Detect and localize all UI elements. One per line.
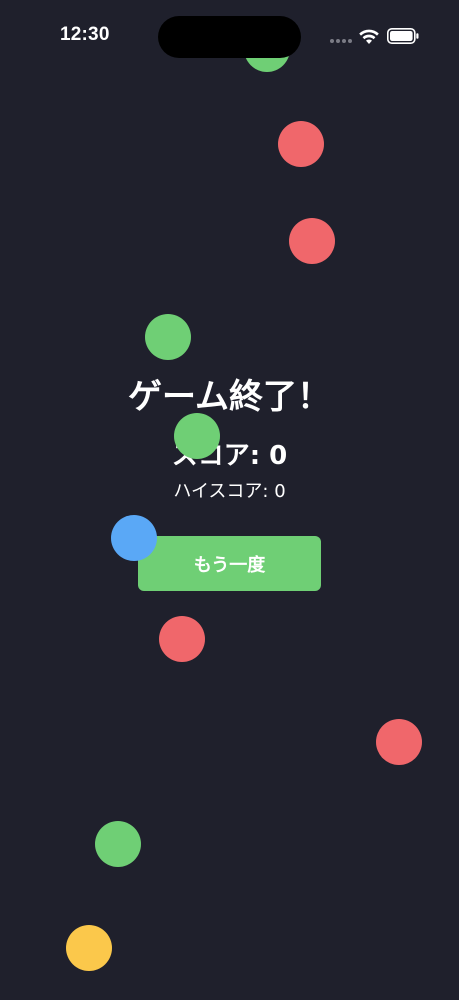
dynamic-island (158, 16, 301, 58)
red-ball[interactable] (376, 719, 422, 765)
status-bar: 12:30 (0, 0, 459, 76)
red-ball[interactable] (159, 616, 205, 662)
green-ball[interactable] (95, 821, 141, 867)
status-time: 12:30 (60, 24, 110, 45)
yellow-ball[interactable] (66, 925, 112, 971)
green-ball[interactable] (174, 413, 220, 459)
wifi-icon (359, 29, 379, 44)
signal-dots-icon (330, 39, 352, 44)
green-ball[interactable] (145, 314, 191, 360)
red-ball[interactable] (289, 218, 335, 264)
battery-icon (387, 28, 419, 44)
red-ball[interactable] (278, 121, 324, 167)
high-score-label: ハイスコア: 0 (173, 481, 286, 502)
score-label: スコア: 0 (171, 441, 288, 471)
game-screen: 12:30 ゲーム終了！ スコア: 0 ハイスコア: 0 もう一度 (0, 0, 459, 1000)
blue-ball[interactable] (111, 515, 157, 561)
retry-button[interactable]: もう一度 (138, 536, 321, 591)
game-over-title: ゲーム終了！ (128, 377, 331, 417)
